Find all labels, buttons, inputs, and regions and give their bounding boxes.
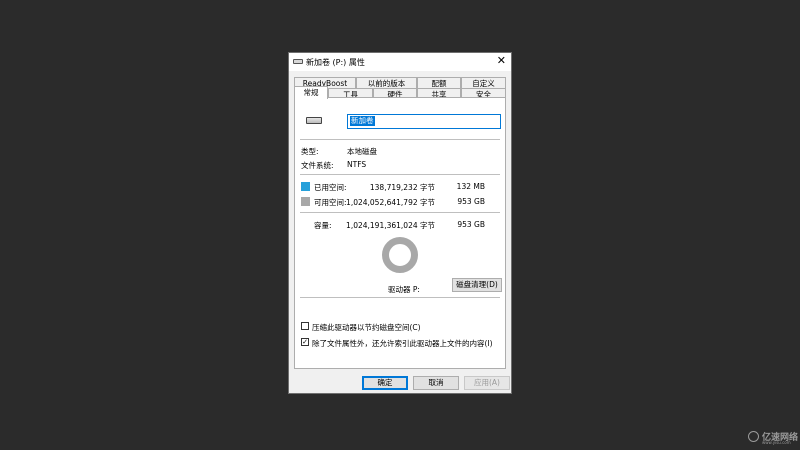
donut-free-ring	[382, 237, 418, 273]
tab-customize[interactable]: 自定义	[461, 77, 506, 88]
divider	[300, 139, 500, 140]
properties-dialog: 新加卷 (P:) 属性 ✕ ReadyBoost 以前的版本 配额 自定义 常规…	[288, 52, 512, 394]
free-space-swatch	[301, 197, 310, 206]
tab-quota[interactable]: 配额	[417, 77, 461, 88]
divider	[300, 297, 500, 298]
title-bar[interactable]: 新加卷 (P:) 属性 ✕	[289, 53, 511, 71]
window-title: 新加卷 (P:) 属性	[306, 58, 365, 67]
compress-checkbox[interactable]	[301, 322, 309, 330]
close-icon[interactable]: ✕	[497, 55, 506, 67]
compress-option-label[interactable]: 压缩此驱动器以节约磁盘空间(C)	[312, 322, 421, 333]
free-space-label: 可用空间:	[314, 198, 347, 207]
usage-donut-chart	[382, 237, 418, 273]
drive-icon	[306, 117, 322, 124]
capacity-size: 953 GB	[457, 220, 485, 229]
divider	[300, 212, 500, 213]
cancel-button[interactable]: 取消	[413, 376, 459, 390]
used-space-swatch	[301, 182, 310, 191]
apply-button[interactable]: 应用(A)	[464, 376, 510, 390]
tab-general[interactable]: 常规	[294, 86, 328, 99]
volume-name-text: 新加卷	[350, 116, 375, 126]
drive-letter-label: 驱动器 P:	[388, 285, 420, 294]
capacity-label: 容量:	[314, 221, 332, 230]
divider	[300, 174, 500, 175]
drive-icon	[293, 59, 303, 64]
free-space-size: 953 GB	[457, 197, 485, 206]
free-space-bytes: 1,024,052,641,792 字节	[346, 198, 435, 207]
general-panel: 新加卷 类型: 本地磁盘 文件系统: NTFS 已用空间: 138,719,23…	[294, 97, 506, 369]
index-option-label[interactable]: 除了文件属性外，还允许索引此驱动器上文件的内容(I)	[312, 338, 493, 349]
index-checkbox[interactable]: ✓	[301, 338, 309, 346]
type-label: 类型:	[301, 147, 319, 156]
watermark-url: www.yisu.com	[762, 440, 791, 445]
used-space-label: 已用空间:	[314, 183, 347, 192]
capacity-bytes: 1,024,191,361,024 字节	[346, 221, 435, 230]
filesystem-value: NTFS	[347, 160, 367, 169]
used-space-bytes: 138,719,232 字节	[369, 183, 435, 192]
filesystem-label: 文件系统:	[301, 161, 334, 170]
type-value: 本地磁盘	[347, 147, 377, 156]
watermark-logo-icon	[748, 431, 759, 442]
volume-name-input[interactable]: 新加卷	[347, 114, 501, 129]
site-watermark: 亿速网络 www.yisu.com	[748, 430, 798, 446]
ok-button[interactable]: 确定	[362, 376, 408, 390]
disk-cleanup-button[interactable]: 磁盘清理(D)	[452, 278, 502, 292]
used-space-size: 132 MB	[456, 182, 485, 191]
tab-previous-versions[interactable]: 以前的版本	[356, 77, 417, 88]
